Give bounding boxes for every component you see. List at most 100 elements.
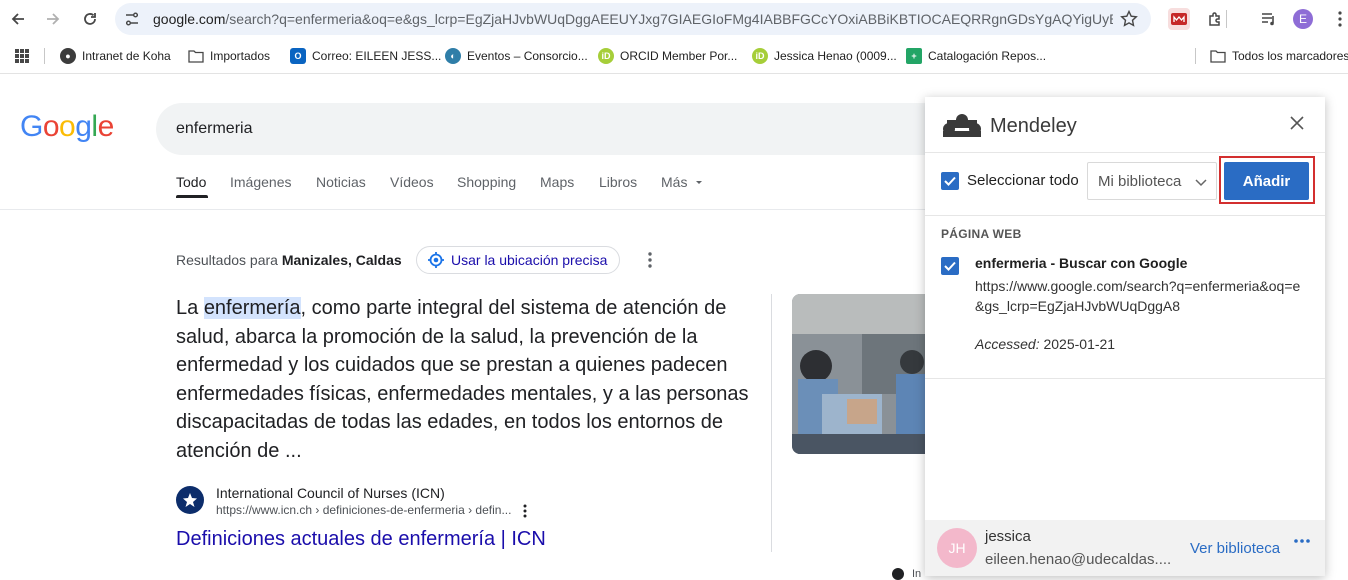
bookmark-label: Jessica Henao (0009... (774, 49, 897, 63)
location-button-label: Usar la ubicación precisa (451, 252, 608, 268)
library-select[interactable]: Mi biblioteca (1087, 162, 1217, 200)
result-title-link[interactable]: Definiciones actuales de enfermería | IC… (176, 528, 546, 551)
snippet-highlight: enfermería (203, 297, 301, 319)
browser-menu-button[interactable] (1328, 7, 1348, 31)
mendeley-title: Mendeley (990, 115, 1077, 137)
user-name: jessica (985, 528, 1031, 545)
url-text: google.com/search?q=enfermeria&oq=e&gs_l… (153, 11, 1113, 27)
mendeley-extension-button[interactable] (1167, 7, 1191, 31)
bookmark-label: ORCID Member Por... (620, 49, 738, 63)
bookmark-eventos[interactable]: ◐ Eventos – Consorcio... (445, 47, 588, 65)
active-tab-indicator (176, 195, 208, 198)
icn-logo-icon (183, 493, 197, 507)
tab-imagenes[interactable]: Imágenes (230, 174, 291, 190)
bookmark-label: Correo: EILEEN JESS... (312, 49, 442, 63)
chevron-down-icon (1195, 179, 1207, 187)
google-logo[interactable]: Google (20, 110, 114, 144)
browser-toolbar: google.com/search?q=enfermeria&oq=e&gs_l… (0, 0, 1348, 38)
apps-grid-icon (15, 49, 29, 63)
bookmark-label: Todos los marcadores (1232, 49, 1348, 63)
help-icon (892, 568, 904, 580)
forward-button[interactable] (41, 7, 65, 31)
library-select-value: Mi biblioteca (1098, 173, 1182, 190)
featured-snippet-text: La enfermería, como parte integral del s… (176, 297, 749, 462)
back-button[interactable] (6, 7, 30, 31)
bookmark-intranet-koha[interactable]: ● Intranet de Koha (60, 47, 171, 65)
bookmarks-divider (44, 48, 45, 64)
add-button[interactable]: Añadir (1224, 162, 1309, 200)
results-location-text: Resultados para Manizales, Caldas (176, 252, 402, 268)
select-all-label[interactable]: Seleccionar todo (967, 172, 1079, 189)
folder-icon (188, 50, 204, 63)
more-horizontal-icon[interactable] (1294, 538, 1310, 544)
bookmark-star-icon[interactable] (1119, 9, 1139, 29)
item-checkbox[interactable] (941, 257, 959, 275)
media-controls-button[interactable] (1257, 7, 1281, 31)
globe-icon: ◐ (445, 48, 461, 64)
result-site-url[interactable]: https://www.icn.ch › definiciones-de-enf… (216, 503, 511, 517)
tab-noticias[interactable]: Noticias (316, 174, 366, 190)
mendeley-logo-icon (943, 114, 981, 137)
reload-button[interactable] (78, 7, 102, 31)
globe-icon: ● (60, 48, 76, 64)
result-site-name[interactable]: International Council of Nurses (ICN) (216, 485, 445, 501)
tab-videos[interactable]: Vídeos (390, 174, 434, 190)
close-icon[interactable] (1289, 115, 1305, 131)
bookmark-folder-importados[interactable]: Importados (188, 47, 270, 65)
mendeley-panel: Mendeley Seleccionar todo Mi biblioteca … (925, 97, 1325, 576)
tab-shopping[interactable]: Shopping (457, 174, 516, 190)
profile-avatar[interactable]: E (1293, 9, 1313, 29)
checkmark-icon (944, 176, 956, 186)
select-all-checkbox[interactable] (941, 172, 959, 190)
search-input[interactable]: enfermeria (176, 120, 252, 138)
panel-divider (925, 378, 1325, 379)
tabs-divider (0, 209, 925, 210)
tab-libros[interactable]: Libros (599, 174, 637, 190)
bookmark-label: Importados (210, 49, 271, 63)
more-options-icon[interactable] (644, 251, 656, 269)
bookmark-correo[interactable]: O Correo: EILEEN JESS... (290, 47, 441, 65)
bookmark-label: Catalogación Repos... (928, 49, 1047, 63)
apps-button[interactable] (14, 47, 30, 65)
toolbar-divider (1226, 10, 1227, 28)
snippet-divider (771, 294, 772, 552)
arrow-right-icon (47, 13, 60, 25)
reload-icon (84, 13, 96, 25)
mendeley-footer: JH jessica eileen.henao@udecaldas.... Ve… (925, 520, 1325, 576)
bookmarks-divider (1195, 48, 1196, 64)
outlook-icon: O (290, 48, 306, 64)
bookmark-jessica-henao[interactable]: iD Jessica Henao (0009... (752, 47, 897, 65)
bookmarks-bar: ● Intranet de Koha Importados O Correo: … (0, 38, 1348, 74)
mendeley-extension-icon (1168, 8, 1190, 30)
checkmark-icon (944, 261, 956, 271)
bookmark-label: Eventos – Consorcio... (467, 49, 588, 63)
tab-mas[interactable]: Más (661, 174, 704, 190)
orcid-icon: iD (598, 48, 614, 64)
arrow-left-icon (11, 13, 24, 25)
snippet-thumbnail-image[interactable] (792, 294, 932, 454)
extensions-button[interactable] (1203, 7, 1227, 31)
address-bar[interactable]: google.com/search?q=enfermeria&oq=e&gs_l… (115, 3, 1151, 35)
item-title: enfermeria - Buscar con Google (975, 255, 1188, 271)
search-box[interactable]: enfermeria (156, 103, 956, 155)
caret-down-icon (696, 181, 703, 184)
section-heading: PÁGINA WEB (941, 227, 1022, 241)
footer-partial-text: In (912, 568, 922, 580)
media-queue-icon (1262, 13, 1274, 26)
tab-maps[interactable]: Maps (540, 174, 574, 190)
all-bookmarks-folder[interactable]: Todos los marcadores (1210, 47, 1348, 65)
folder-icon (1210, 50, 1226, 63)
use-precise-location-button[interactable]: Usar la ubicación precisa (416, 246, 621, 274)
view-library-link[interactable]: Ver biblioteca (1190, 540, 1280, 557)
sheets-icon: + (906, 48, 922, 64)
site-settings-icon[interactable] (123, 10, 141, 28)
icn-favicon[interactable] (176, 486, 204, 514)
bookmark-catalogacion[interactable]: + Catalogación Repos... (906, 47, 1046, 65)
tab-todo[interactable]: Todo (176, 174, 206, 190)
bookmark-orcid-member[interactable]: iD ORCID Member Por... (598, 47, 737, 65)
more-vertical-icon (1338, 11, 1342, 27)
result-more-options-icon[interactable] (520, 503, 530, 519)
panel-divider (925, 215, 1325, 216)
orcid-icon: iD (752, 48, 768, 64)
bookmark-label: Intranet de Koha (82, 49, 171, 63)
